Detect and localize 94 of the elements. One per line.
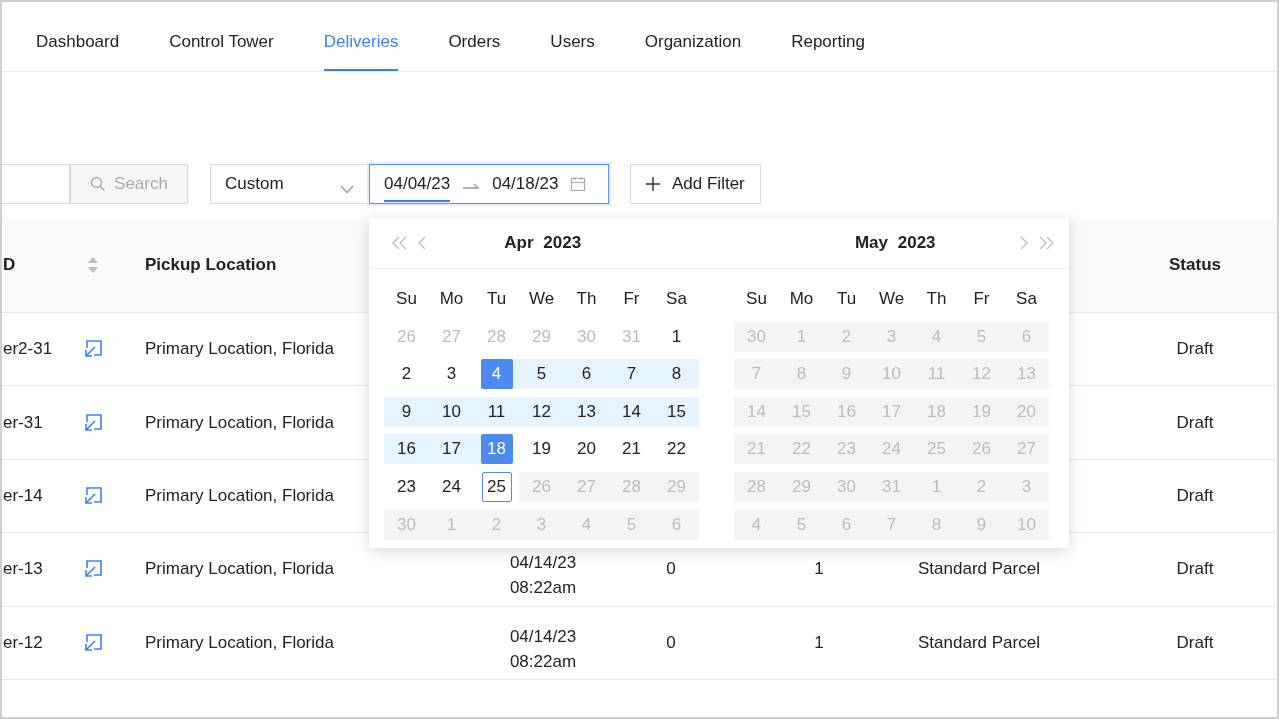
- table-cell: 0: [666, 559, 676, 579]
- calendar-day[interactable]: 2: [384, 359, 429, 390]
- table-cell: 0: [666, 632, 676, 652]
- table-cell: Draft: [1176, 339, 1214, 359]
- calendar-day[interactable]: 14: [609, 396, 654, 427]
- open-link-icon[interactable]: [83, 339, 103, 360]
- month-title[interactable]: May 2023: [804, 233, 986, 253]
- table-cell: Primary Location, Florida: [145, 559, 334, 579]
- table-cell: 1: [814, 559, 824, 579]
- weekday-label: Th: [575, 288, 598, 310]
- nav-tab[interactable]: Dashboard: [36, 2, 120, 71]
- table-cell: er-31: [3, 412, 43, 432]
- table-cell: Draft: [1176, 485, 1214, 505]
- column-header: D: [3, 255, 16, 274]
- calendar-day[interactable]: 3: [429, 359, 474, 390]
- table-cell-text: 04/14/23 08:22am: [508, 625, 578, 673]
- month-title[interactable]: Apr 2023: [452, 233, 634, 253]
- open-link-icon[interactable]: [83, 559, 103, 580]
- search-icon: [90, 176, 107, 192]
- weekday-label: Su: [745, 288, 768, 310]
- calendar-day[interactable]: 19: [519, 434, 564, 465]
- calendar-day[interactable]: 16: [384, 434, 429, 465]
- table-cell: Draft: [1176, 412, 1214, 432]
- calendar-icon: [570, 176, 587, 192]
- table-cell: Primary Location, Florida: [145, 412, 334, 432]
- weekday-label: Su: [395, 288, 418, 310]
- date-range-field[interactable]: 04/04/23 04/18/23: [369, 164, 609, 204]
- calendar-day[interactable]: 28: [474, 321, 519, 352]
- calendar-day[interactable]: 21: [609, 434, 654, 465]
- nav-tab[interactable]: Control Tower: [169, 2, 274, 71]
- nav-tab[interactable]: Reporting: [791, 2, 865, 71]
- nav-tab[interactable]: Users: [550, 2, 595, 71]
- table-cell-text: 04/14/23 08:22am: [508, 552, 578, 600]
- table-cell: Primary Location, Florida: [145, 632, 334, 652]
- weekday-label: We: [527, 288, 556, 310]
- calendar-day[interactable]: 22: [654, 434, 699, 465]
- weekday-label: Mo: [438, 288, 465, 310]
- calendar-day[interactable]: 15: [654, 396, 699, 427]
- calendar-day[interactable]: 27: [429, 321, 474, 352]
- nav-tab[interactable]: Orders: [448, 2, 501, 71]
- calendar-day[interactable]: 7: [609, 359, 654, 390]
- weekday-label: Sa: [665, 288, 688, 310]
- double-chevron-left-icon[interactable]: [392, 236, 408, 250]
- weekday-label: Fr: [622, 288, 641, 310]
- calendar-day[interactable]: 8: [654, 359, 699, 390]
- open-link-icon[interactable]: [83, 632, 103, 653]
- column-header: Pickup Location: [145, 255, 277, 274]
- table-cell: Primary Location, Florida: [145, 485, 334, 505]
- table-cell: Standard Parcel: [918, 632, 1040, 652]
- calendar-day[interactable]: 9: [384, 396, 429, 427]
- open-link-icon[interactable]: [83, 412, 103, 433]
- chevron-right-icon[interactable]: [1019, 236, 1028, 250]
- table-cell: er-12: [3, 632, 43, 652]
- calendar-day[interactable]: 11: [474, 396, 519, 427]
- plus-icon: [646, 177, 660, 191]
- open-link-icon[interactable]: [83, 485, 103, 506]
- range-select[interactable]: Custom: [210, 164, 369, 204]
- weekday-label: Th: [925, 288, 948, 310]
- calendar-day[interactable]: 1: [654, 321, 699, 352]
- table-cell: er2-31: [3, 339, 53, 359]
- weekday-label: Mo: [788, 288, 815, 310]
- calendar-day[interactable]: 13: [564, 396, 609, 427]
- table-cell: Draft: [1176, 632, 1214, 652]
- calendar-day[interactable]: 29: [519, 321, 564, 352]
- table-cell: er-13: [3, 559, 43, 579]
- column-header: Status: [1169, 255, 1221, 274]
- chevron-down-icon: [340, 184, 354, 194]
- calendar-day[interactable]: 24: [429, 471, 474, 502]
- calendar-day[interactable]: 20: [564, 434, 609, 465]
- table-cell: Draft: [1176, 559, 1214, 579]
- calendar-day[interactable]: 17: [429, 434, 474, 465]
- sort-icon[interactable]: [87, 256, 99, 274]
- calendar-day[interactable]: 30: [564, 321, 609, 352]
- calendar-day[interactable]: 5: [519, 359, 564, 390]
- weekday-label: Tu: [835, 288, 858, 310]
- table-cell: Primary Location, Florida: [145, 339, 334, 359]
- chevron-left-icon[interactable]: [418, 236, 427, 250]
- double-chevron-right-icon[interactable]: [1038, 236, 1054, 250]
- calendar-day[interactable]: 26: [384, 321, 429, 352]
- nav-tab[interactable]: Organization: [644, 2, 742, 71]
- calendar-day[interactable]: 10: [429, 396, 474, 427]
- add-filter-button[interactable]: Add Filter: [630, 164, 761, 204]
- calendar-day[interactable]: 31: [609, 321, 654, 352]
- weekday-label: Fr: [972, 288, 991, 310]
- calendar-day[interactable]: 6: [564, 359, 609, 390]
- calendar-day[interactable]: 12: [519, 396, 564, 427]
- weekday-label: Tu: [485, 288, 508, 310]
- weekday-label: Sa: [1015, 288, 1038, 310]
- table-cell: 1: [814, 632, 824, 652]
- calendar-day[interactable]: 23: [384, 471, 429, 502]
- weekday-label: We: [877, 288, 906, 310]
- nav-tab[interactable]: Deliveries: [323, 2, 399, 71]
- table-cell: Standard Parcel: [918, 559, 1040, 579]
- table-cell: er-14: [3, 485, 43, 505]
